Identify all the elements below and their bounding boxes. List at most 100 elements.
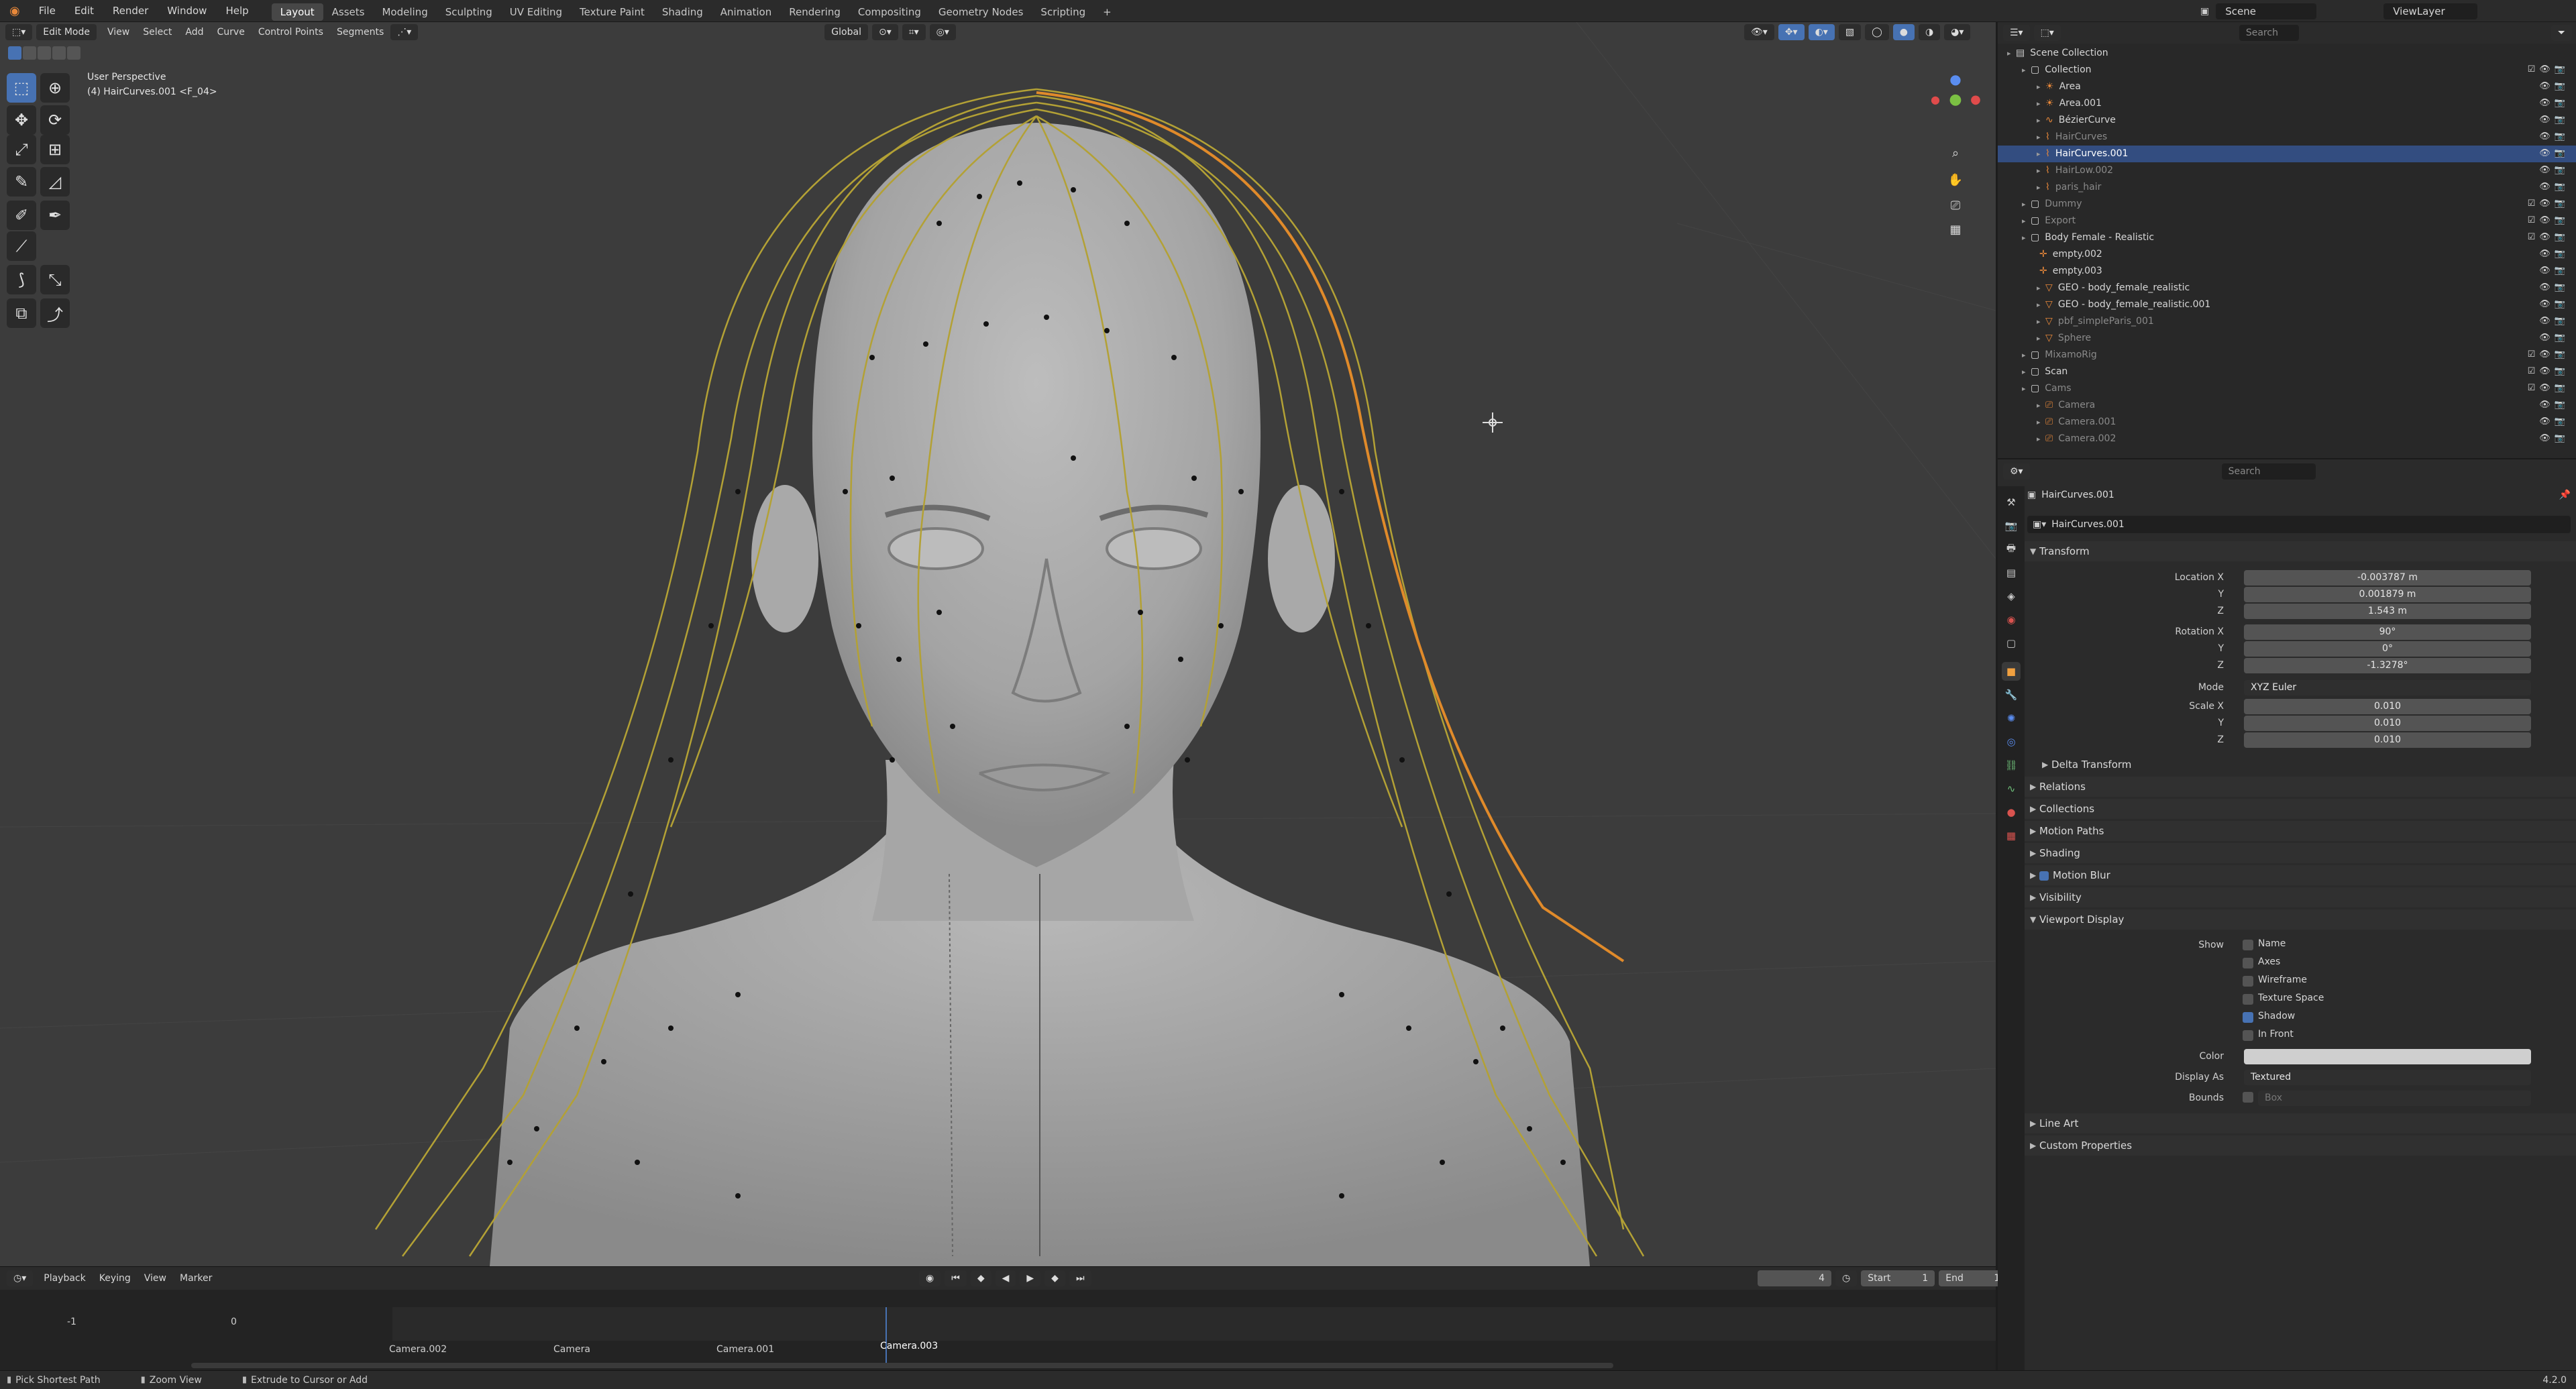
display-as-select[interactable]: Textured	[2244, 1070, 2531, 1085]
move-tool-icon[interactable]: ✥	[7, 105, 36, 135]
tab-rendering[interactable]: Rendering	[780, 3, 849, 21]
marker-camera-001[interactable]: Camera.001	[716, 1344, 774, 1355]
outliner-row[interactable]: ▸ ▢ Dummy ☑👁📷	[1998, 196, 2576, 213]
object-datablock-field[interactable]: ▣▾ HairCurves.001	[2027, 516, 2571, 533]
mode-selector[interactable]: Edit Mode	[36, 24, 97, 40]
datablock-name-input[interactable]: HairCurves.001	[2051, 519, 2125, 530]
play-reverse-icon[interactable]: ◀	[995, 1270, 1016, 1286]
camera-view-icon[interactable]: ⎚	[1945, 195, 1966, 215]
tab-geometry-nodes[interactable]: Geometry Nodes	[930, 3, 1032, 21]
outliner-row[interactable]: ▸ ⌇ HairLow.002 👁📷	[1998, 162, 2576, 179]
tab-shading[interactable]: Shading	[653, 3, 712, 21]
outliner-row[interactable]: ▸ ▢ Export ☑👁📷	[1998, 213, 2576, 229]
expand-arrow-icon[interactable]: ▸	[2037, 300, 2043, 309]
axis-x-neg-icon[interactable]: ●	[1925, 89, 1945, 109]
outliner-editor[interactable]: ☰▾ ⬚▾ Search ⏷ ▸ ▤ Scene Collection ▸ ▢ Col…	[1998, 22, 2576, 458]
expand-arrow-icon[interactable]: ▸	[2037, 401, 2043, 410]
tab-modeling[interactable]: Modeling	[373, 3, 436, 21]
tab-sculpting[interactable]: Sculpting	[437, 3, 501, 21]
jump-end-icon[interactable]: ⏭	[1069, 1270, 1091, 1286]
menu-file[interactable]: File	[30, 0, 65, 22]
play-icon[interactable]: ▶	[1020, 1270, 1041, 1286]
scale-tool-icon[interactable]: ⤢	[7, 135, 36, 164]
pin-icon[interactable]: 📌	[2559, 490, 2571, 500]
view-layer-tab-icon[interactable]: ▤	[2002, 563, 2021, 582]
rotation-mode-select[interactable]: XYZ Euler	[2244, 680, 2531, 696]
expand-arrow-icon[interactable]: ▸	[2022, 368, 2028, 376]
marker-camera[interactable]: Camera	[553, 1344, 590, 1355]
tab-uv-editing[interactable]: UV Editing	[501, 3, 571, 21]
gizmo-icon[interactable]: ✥▾	[1778, 24, 1805, 40]
collection-tab-icon[interactable]: ▢	[2002, 634, 2021, 653]
properties-editor[interactable]: ⚙▾ Search ⚒ 📷 🖶 ▤ ◈ ◉ ▢ ■ 🔧 ✺ ◎ ⛓ ∿ ● ▦ …	[1998, 458, 2576, 1372]
custom-properties-panel-header[interactable]: ▶ Custom Properties	[2025, 1135, 2576, 1156]
object-tab-icon[interactable]: ■	[2002, 662, 2021, 681]
extrude-tool-icon[interactable]: ⟋	[7, 231, 36, 261]
zoom-icon[interactable]: ⌕	[1945, 143, 1966, 163]
visibility-toggle-icons[interactable]: 👁📷	[2539, 182, 2569, 192]
visibility-toggle-icons[interactable]: ☑👁📷	[2528, 199, 2569, 209]
outliner-row[interactable]: ✛ empty.003 👁📷	[1998, 263, 2576, 280]
menu-playback[interactable]: Playback	[37, 1273, 92, 1284]
motion-paths-panel-header[interactable]: ▶ Motion Paths	[2025, 821, 2576, 841]
proportional-edit-icon[interactable]: ◎▾	[929, 24, 956, 40]
shading-solid-icon[interactable]: ●	[1892, 24, 1915, 40]
measure-tool-icon[interactable]: ◿	[40, 167, 70, 197]
tab-scripting[interactable]: Scripting	[1032, 3, 1094, 21]
expand-arrow-icon[interactable]: ▸	[2037, 435, 2043, 443]
3d-viewport[interactable]: ⬚▾ Edit Mode View Select Add Curve Contr…	[0, 22, 1996, 1266]
visibility-toggle-icons[interactable]: ☑👁📷	[2528, 366, 2569, 376]
location-y-field[interactable]: 0.001879 m	[2244, 587, 2531, 602]
outliner-row[interactable]: ▸ ⎚ Camera.001 👁📷	[1998, 414, 2576, 431]
visibility-toggle-icons[interactable]: 👁📷	[2539, 266, 2569, 276]
snap-icon[interactable]: ⌗▾	[902, 24, 926, 40]
curve-tilt-tool-icon[interactable]: ⟆	[7, 265, 36, 294]
axis-z-icon[interactable]: ●	[1945, 69, 1966, 89]
timeline-editor-type-icon[interactable]: ◷▾	[7, 1270, 34, 1286]
ortho-toggle-icon[interactable]: ▦	[1945, 219, 1966, 239]
visibility-icon[interactable]: 👁▾	[1744, 24, 1774, 40]
show-texture-space-checkbox[interactable]	[2243, 994, 2253, 1005]
marker-camera-002[interactable]: Camera.002	[389, 1344, 447, 1355]
location-z-field[interactable]: 1.543 m	[2244, 604, 2531, 619]
relations-panel-header[interactable]: ▶ Relations	[2025, 777, 2576, 797]
menu-edit[interactable]: Edit	[65, 0, 103, 22]
timeline-scrollbar[interactable]	[191, 1363, 1613, 1368]
visibility-toggle-icons[interactable]: 👁📷	[2539, 333, 2569, 343]
menu-curve[interactable]: Curve	[211, 27, 252, 38]
show-shadow-checkbox[interactable]	[2243, 1012, 2253, 1023]
xray-icon[interactable]: ▧	[1838, 24, 1862, 40]
menu-control-points[interactable]: Control Points	[252, 27, 330, 38]
outliner-row[interactable]: ▸ ▽ GEO - body_female_realistic.001 👁📷	[1998, 296, 2576, 313]
expand-arrow-icon[interactable]: ▸	[2037, 166, 2043, 175]
tool-tab-icon[interactable]: ⚒	[2002, 493, 2021, 512]
menu-segments[interactable]: Segments	[330, 27, 390, 38]
constraints-tab-icon[interactable]: ⛓	[2002, 756, 2021, 775]
outliner-row[interactable]: ▸ ▤ Scene Collection	[1998, 45, 2576, 62]
menu-help[interactable]: Help	[216, 0, 258, 22]
radius-tool-icon[interactable]: ⤡	[40, 265, 70, 294]
viewport-display-panel-header[interactable]: ▼ Viewport Display	[2025, 909, 2576, 930]
outliner-row[interactable]: ▸ ⎚ Camera 👁📷	[1998, 397, 2576, 414]
show-name-checkbox[interactable]	[2243, 940, 2253, 950]
shading-wireframe-icon[interactable]: ◯	[1865, 24, 1889, 40]
visibility-toggle-icons[interactable]: 👁📷	[2539, 249, 2569, 259]
visibility-toggle-icons[interactable]: 👁📷	[2539, 131, 2569, 142]
expand-arrow-icon[interactable]: ▸	[2022, 66, 2028, 74]
visibility-toggle-icons[interactable]: 👁📷	[2539, 400, 2569, 410]
outliner-row[interactable]: ▸ ▢ MixamoRig ☑👁📷	[1998, 347, 2576, 364]
expand-arrow-icon[interactable]: ▸	[2037, 82, 2043, 91]
expand-arrow-icon[interactable]: ▸	[2037, 99, 2043, 108]
expand-arrow-icon[interactable]: ▸	[2037, 183, 2043, 192]
3d-cursor[interactable]	[1483, 412, 1503, 433]
viewport-scene[interactable]	[0, 22, 1996, 1266]
expand-arrow-icon[interactable]: ▸	[2037, 418, 2043, 427]
line-art-panel-header[interactable]: ▶ Line Art	[2025, 1113, 2576, 1133]
blender-logo-icon[interactable]: ◉	[0, 0, 30, 22]
expand-arrow-icon[interactable]: ▸	[2022, 351, 2028, 359]
outliner-row[interactable]: ▸ ▢ Scan ☑👁📷	[1998, 364, 2576, 380]
viewlayer-selector[interactable]: ViewLayer	[2383, 3, 2478, 19]
menu-select[interactable]: Select	[136, 27, 178, 38]
delta-transform-subpanel[interactable]: ▶ Delta Transform	[2037, 755, 2560, 775]
select-intersect-icon[interactable]	[67, 46, 80, 60]
